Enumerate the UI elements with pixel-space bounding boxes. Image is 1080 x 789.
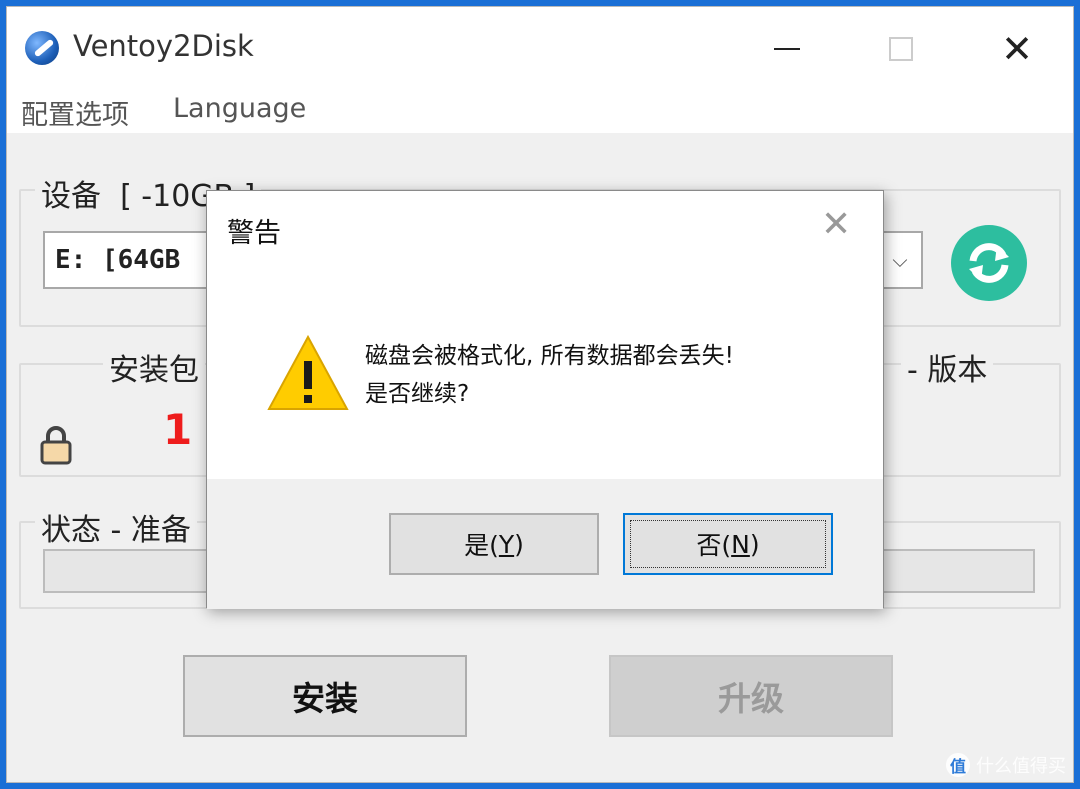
minimize-icon (774, 48, 800, 50)
close-button[interactable]: ✕ (993, 25, 1041, 73)
dialog-close-icon[interactable]: ✕ (821, 207, 851, 243)
lock-icon (40, 426, 72, 465)
focus-outline (630, 520, 826, 568)
maximize-button[interactable] (877, 25, 925, 73)
title-bar: Ventoy2Disk ✕ (7, 7, 1073, 87)
watermark-badge: 值 (946, 753, 970, 777)
install-button[interactable]: 安装 (183, 655, 467, 737)
watermark: 值 什么值得买 (946, 752, 1066, 778)
maximize-icon (889, 37, 913, 61)
dialog-message-line2: 是否继续? (365, 381, 470, 407)
refresh-button[interactable] (951, 225, 1027, 301)
status-label: 状态 - 准备 (35, 505, 197, 549)
menu-language[interactable]: Language (173, 93, 306, 124)
dialog-message-line1: 磁盘会被格式化, 所有数据都会丢失! (365, 343, 734, 369)
chevron-down-icon[interactable]: ⌵ (879, 233, 921, 287)
dialog-title: 警告 (227, 218, 281, 249)
warning-icon (267, 334, 349, 410)
menu-config-options[interactable]: 配置选项 (21, 93, 129, 132)
yes-button[interactable]: 是(Y) (389, 513, 599, 575)
minimize-button[interactable] (763, 25, 811, 73)
no-button[interactable]: 否(N) (623, 513, 833, 575)
ventoy-app-icon (25, 31, 59, 65)
version-label: - 版本 (901, 345, 994, 389)
yes-button-end: ) (514, 529, 524, 559)
yes-button-text: 是( (464, 531, 499, 560)
refresh-icon (969, 243, 1009, 283)
watermark-text: 什么值得买 (976, 756, 1066, 777)
package-label: 安装包 (103, 345, 205, 389)
yes-button-key: Y (498, 529, 515, 559)
version-marker: 1 (163, 405, 193, 454)
warning-dialog: 警告 ✕ 磁盘会被格式化, 所有数据都会丢失! 是否继续? 是(Y) 否(N) (206, 190, 884, 609)
upgrade-button[interactable]: 升级 (609, 655, 893, 737)
window-title: Ventoy2Disk (73, 29, 254, 63)
dialog-message: 磁盘会被格式化, 所有数据都会丢失! 是否继续? (365, 337, 734, 413)
menu-bar: 配置选项 Language (7, 87, 1073, 133)
